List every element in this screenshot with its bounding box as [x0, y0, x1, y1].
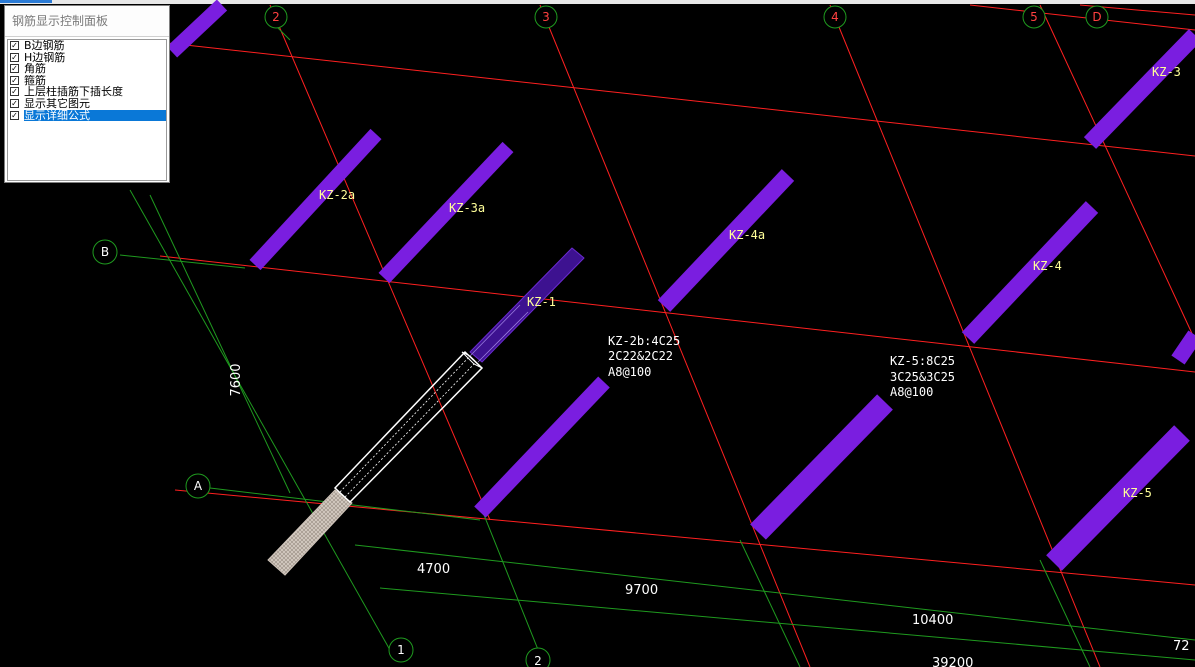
option-corner-rebar[interactable]: ✓ 角筋 — [8, 63, 166, 75]
label-kz-4: KZ-4 — [1033, 259, 1062, 273]
label-kz-1: KZ-1 — [527, 295, 556, 309]
column-edge-topleft — [166, 0, 228, 58]
option-label: H边钢筋 — [24, 51, 66, 64]
panel-title: 钢筋显示控制面板 — [5, 6, 169, 37]
label-kz-2a: KZ-2a — [319, 188, 355, 202]
option-b-edge-rebar[interactable]: ✓ B边钢筋 — [8, 40, 166, 52]
dim-4700: 4700 — [417, 562, 450, 577]
axis-label-row-a: A — [194, 479, 203, 493]
columns — [166, 0, 1195, 571]
axis-bubble-bottom-2: 2 — [525, 647, 551, 667]
column-kz-5 — [1046, 425, 1190, 571]
dim-72: 72 — [1173, 639, 1190, 654]
axis-bubble-bottom-1: 1 — [388, 637, 414, 663]
label-kz-4a: KZ-4a — [729, 228, 765, 242]
column-kz-3a — [378, 141, 514, 284]
dim-39200: 39200 — [932, 656, 973, 667]
option-label: 箍筋 — [24, 74, 46, 87]
axis-bubble-row-b: B — [92, 239, 118, 265]
axis-bubble-top-3: 3 — [534, 5, 558, 29]
column-kz-2a — [249, 128, 382, 271]
label-kz-5: KZ-5 — [1123, 486, 1152, 500]
kz5-line-1: KZ-5:8C25 — [890, 354, 955, 368]
axis-label-bottom-1: 1 — [397, 643, 405, 657]
column-kz-5a — [750, 394, 893, 540]
label-kz-3: KZ-3 — [1152, 65, 1181, 79]
option-stirrup[interactable]: ✓ 箍筋 — [8, 75, 166, 87]
panel-option-list: ✓ B边钢筋 ✓ H边钢筋 ✓ 角筋 ✓ 箍筋 ✓ 上层柱插筋下插长度 ✓ 显示其它图元 ✓… — [7, 39, 167, 181]
axis-bubble-top-4: 4 — [823, 5, 847, 29]
option-label: B边钢筋 — [24, 40, 65, 52]
axis-bubble-top-2: 2 — [264, 5, 288, 29]
axis-label-top-5: 5 — [1030, 10, 1038, 24]
axis-label-top-2: 2 — [272, 10, 280, 24]
axis-label-top-3: 3 — [542, 10, 550, 24]
option-show-detailed-formula[interactable]: ✓ 显示详细公式 — [8, 109, 166, 122]
option-label: 显示其它图元 — [24, 97, 90, 110]
column-kz-3 — [1083, 29, 1195, 149]
axis-bubbles: 2 3 4 5 D B A 1 2 — [92, 5, 1109, 667]
axis-label-bottom-2: 2 — [534, 654, 542, 667]
column-kz-4a — [657, 169, 795, 312]
axis-label-row-b: B — [101, 245, 109, 259]
kz5-line-2: 3C25&3C25 — [890, 370, 955, 384]
label-kz-3a: KZ-3a — [449, 201, 485, 215]
option-show-other-elements[interactable]: ✓ 显示其它图元 — [8, 98, 166, 110]
dim-10400: 10400 — [912, 613, 953, 628]
option-upper-dowel-length[interactable]: ✓ 上层柱插筋下插长度 — [8, 86, 166, 98]
axis-bubble-row-a: A — [185, 473, 211, 499]
rebar-3d-viewport[interactable]: 2 3 4 5 D B A 1 2 KZ-2a KZ-3a KZ-4a KZ-4… — [0, 0, 1195, 667]
checkbox-h-edge-rebar[interactable]: ✓ — [10, 52, 19, 62]
dim-vertical: 7600 — [229, 363, 244, 396]
axis-bubble-top-d: D — [1085, 5, 1109, 29]
column-edge-right — [1171, 330, 1195, 365]
axis-bubble-top-5: 5 — [1022, 5, 1046, 29]
checkbox-show-other-elements[interactable]: ✓ — [10, 98, 19, 108]
checkbox-corner-rebar[interactable]: ✓ — [10, 64, 19, 74]
rebar-display-control-panel: 钢筋显示控制面板 ✓ B边钢筋 ✓ H边钢筋 ✓ 角筋 ✓ 箍筋 ✓ 上层柱插筋下插长度 … — [4, 5, 170, 183]
option-label: 上层柱插筋下插长度 — [24, 86, 123, 98]
kz5-line-3: A8@100 — [890, 385, 933, 399]
option-label: 角筋 — [24, 63, 46, 75]
axis-label-top-d: D — [1092, 10, 1101, 24]
checkbox-b-edge-rebar[interactable]: ✓ — [10, 41, 19, 50]
dim-9700: 9700 — [625, 583, 658, 598]
option-h-edge-rebar[interactable]: ✓ H边钢筋 — [8, 52, 166, 64]
checkbox-show-detailed-formula[interactable]: ✓ — [10, 110, 19, 120]
dimension-labels: 7600 4700 9700 10400 39200 72 — [229, 363, 1190, 667]
checkbox-upper-dowel-length[interactable]: ✓ — [10, 87, 19, 97]
axis-label-top-4: 4 — [831, 10, 839, 24]
checkbox-stirrup[interactable]: ✓ — [10, 75, 19, 85]
kz2b-line-2: 2C22&2C22 — [608, 349, 673, 363]
rebar-annotations: KZ-2b:4C25 2C22&2C22 A8@100 KZ-5:8C25 3C… — [608, 334, 955, 399]
kz2b-line-3: A8@100 — [608, 365, 651, 379]
column-kz-2b — [474, 376, 610, 518]
kz2b-line-1: KZ-2b:4C25 — [608, 334, 680, 348]
column-kz-4 — [961, 201, 1099, 344]
column-labels: KZ-2a KZ-3a KZ-4a KZ-4 KZ-3 KZ-1 KZ-5 — [319, 65, 1181, 500]
option-label: 显示详细公式 — [24, 109, 166, 121]
